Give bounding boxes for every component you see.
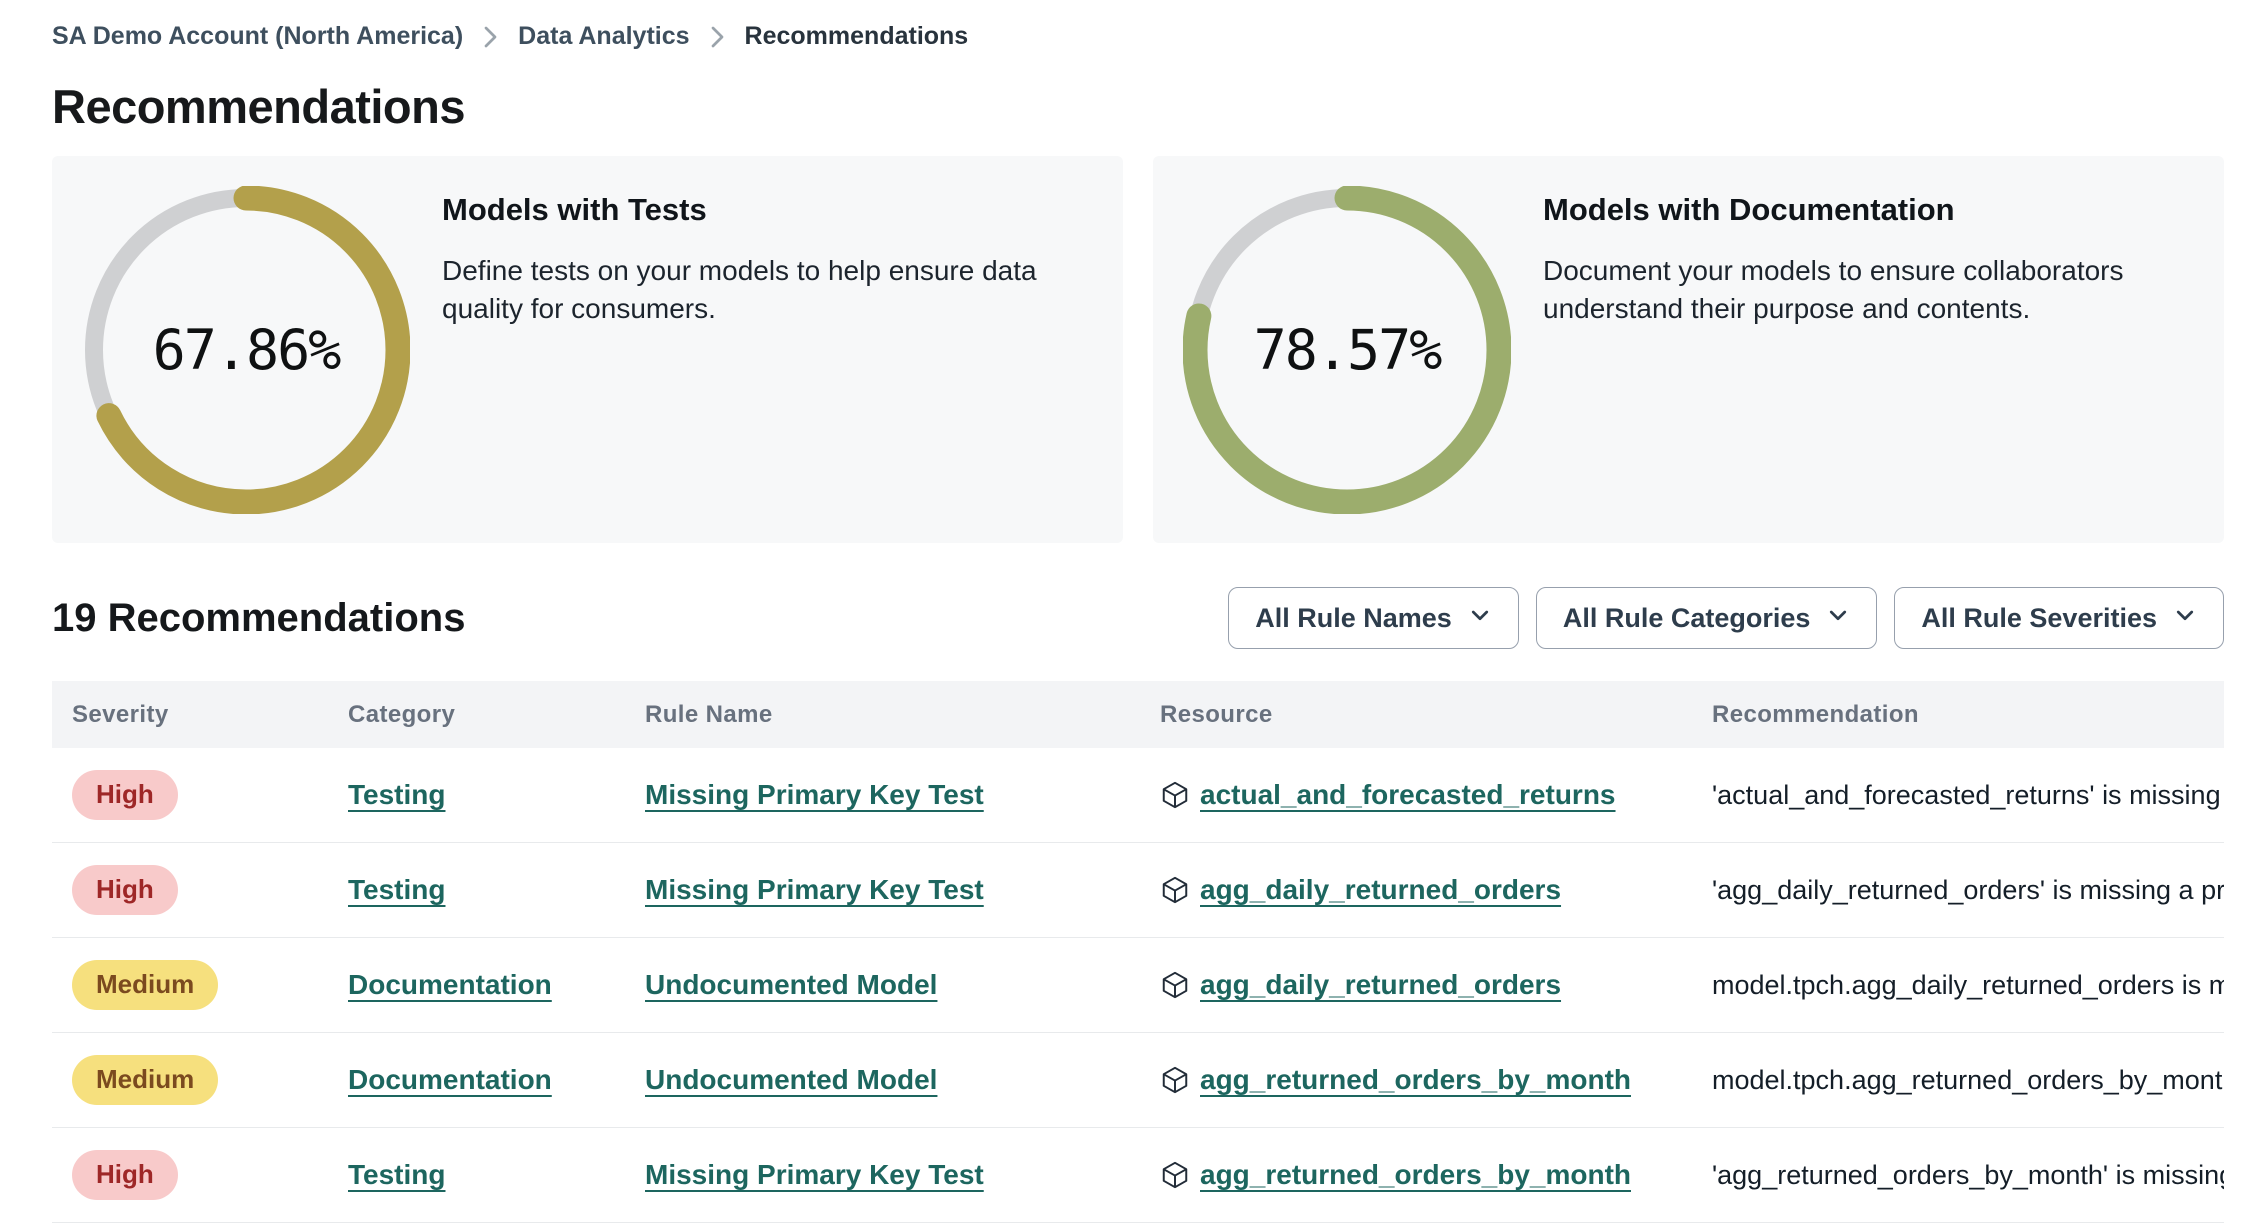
- metric-cards: 67.86% Models with Tests Define tests on…: [52, 156, 2224, 543]
- models-with-tests-card: 67.86% Models with Tests Define tests on…: [52, 156, 1123, 543]
- resource-link[interactable]: agg_returned_orders_by_month: [1200, 1064, 1631, 1096]
- list-toolbar: 19 Recommendations All Rule Names All Ru…: [52, 587, 2224, 649]
- card-description: Define tests on your models to help ensu…: [442, 255, 1037, 324]
- severity-badge: High: [72, 1150, 178, 1200]
- chevron-down-icon: [2173, 603, 2197, 634]
- rule-name-link[interactable]: Missing Primary Key Test: [645, 779, 984, 810]
- table-row: High Testing Missing Primary Key Test ag…: [52, 843, 2224, 938]
- table-row: High Testing Missing Primary Key Test ag…: [52, 1128, 2224, 1223]
- rule-name-link[interactable]: Undocumented Model: [645, 1064, 937, 1095]
- recommendations-page: SA Demo Account (North America) Data Ana…: [0, 0, 2248, 1223]
- rule-name-link[interactable]: Missing Primary Key Test: [645, 874, 984, 905]
- model-cube-icon: [1160, 780, 1190, 810]
- severity-badge: Medium: [72, 960, 219, 1010]
- category-link[interactable]: Testing: [348, 779, 445, 810]
- chevron-right-icon: [483, 25, 498, 49]
- breadcrumb-project-link[interactable]: Data Analytics: [518, 22, 689, 51]
- category-link[interactable]: Testing: [348, 874, 445, 905]
- table-row: Medium Documentation Undocumented Model …: [52, 1033, 2224, 1128]
- recommendations-count: 19 Recommendations: [52, 595, 466, 640]
- category-link[interactable]: Documentation: [348, 969, 552, 1000]
- recommendation-text: 'actual_and_forecasted_returns' is missi…: [1712, 779, 2224, 810]
- recommendations-table: Severity Category Rule Name Resource Rec…: [52, 681, 2224, 1223]
- resource-link[interactable]: agg_returned_orders_by_month: [1200, 1159, 1631, 1191]
- table-row: High Testing Missing Primary Key Test ac…: [52, 748, 2224, 843]
- rule-severities-filter-label: All Rule Severities: [1921, 602, 2157, 633]
- chevron-down-icon: [1468, 603, 1492, 634]
- table-header-row: Severity Category Rule Name Resource Rec…: [52, 681, 2224, 748]
- card-title: Models with Tests: [442, 192, 707, 227]
- rule-categories-filter-dropdown[interactable]: All Rule Categories: [1535, 587, 1878, 649]
- tests-percent-value: 67.86%: [152, 318, 342, 382]
- documentation-donut-chart: 78.57%: [1183, 186, 1511, 514]
- resource-link[interactable]: agg_daily_returned_orders: [1200, 969, 1561, 1001]
- column-header-rule-name: Rule Name: [645, 700, 773, 728]
- model-cube-icon: [1160, 970, 1190, 1000]
- model-cube-icon: [1160, 875, 1190, 905]
- breadcrumb: SA Demo Account (North America) Data Ana…: [52, 22, 2224, 51]
- breadcrumb-current: Recommendations: [744, 22, 969, 50]
- models-with-documentation-card: 78.57% Models with Documentation Documen…: [1153, 156, 2224, 543]
- page-title: Recommendations: [52, 80, 465, 133]
- rule-names-filter-label: All Rule Names: [1255, 602, 1452, 633]
- recommendation-text: 'agg_daily_returned_orders' is missing a…: [1712, 874, 2224, 905]
- column-header-recommendation: Recommendation: [1712, 700, 1919, 728]
- card-description: Document your models to ensure collabora…: [1543, 255, 2124, 324]
- recommendation-text: model.tpch.agg_daily_returned_orders is …: [1712, 969, 2224, 1000]
- breadcrumb-account-link[interactable]: SA Demo Account (North America): [52, 22, 463, 51]
- card-title: Models with Documentation: [1543, 192, 1955, 227]
- chevron-right-icon: [710, 25, 725, 49]
- rule-severities-filter-dropdown[interactable]: All Rule Severities: [1894, 587, 2224, 649]
- rule-categories-filter-label: All Rule Categories: [1562, 602, 1811, 633]
- resource-link[interactable]: actual_and_forecasted_returns: [1200, 779, 1616, 811]
- category-link[interactable]: Testing: [348, 1159, 445, 1190]
- category-link[interactable]: Documentation: [348, 1064, 552, 1095]
- chevron-down-icon: [1826, 603, 1850, 634]
- column-header-resource: Resource: [1160, 700, 1273, 728]
- rule-names-filter-dropdown[interactable]: All Rule Names: [1228, 587, 1519, 649]
- rule-name-link[interactable]: Undocumented Model: [645, 969, 937, 1000]
- severity-badge: High: [72, 865, 178, 915]
- severity-badge: High: [72, 770, 178, 820]
- resource-link[interactable]: agg_daily_returned_orders: [1200, 874, 1561, 906]
- rule-name-link[interactable]: Missing Primary Key Test: [645, 1159, 984, 1190]
- column-header-severity: Severity: [72, 700, 169, 728]
- model-cube-icon: [1160, 1160, 1190, 1190]
- recommendation-text: 'agg_returned_orders_by_month' is missin…: [1712, 1159, 2224, 1190]
- table-row: Medium Documentation Undocumented Model …: [52, 938, 2224, 1033]
- model-cube-icon: [1160, 1065, 1190, 1095]
- documentation-percent-value: 78.57%: [1253, 318, 1443, 382]
- recommendation-text: model.tpch.agg_returned_orders_by_month …: [1712, 1064, 2224, 1095]
- filters: All Rule Names All Rule Categories All R…: [1228, 587, 2224, 649]
- severity-badge: Medium: [72, 1055, 219, 1105]
- tests-donut-chart: 67.86%: [82, 186, 410, 514]
- column-header-category: Category: [348, 700, 456, 728]
